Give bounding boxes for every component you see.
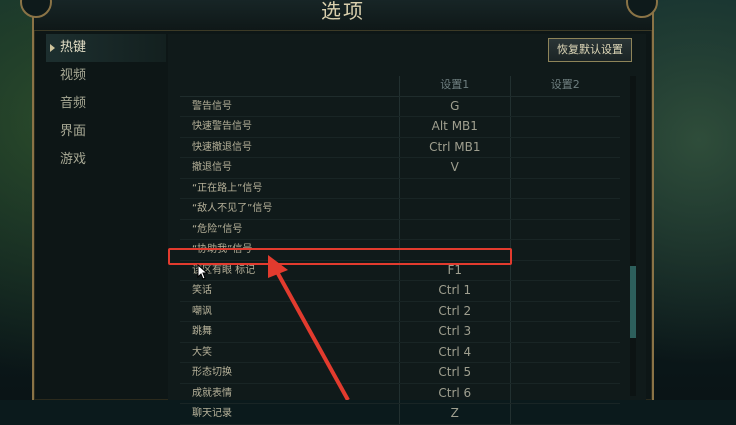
- action-label: 聊天记录: [192, 408, 232, 419]
- annotation-arrow-icon: [268, 255, 350, 400]
- binding-cell-2[interactable]: [509, 404, 620, 424]
- table-row: 聊天记录 Z: [180, 404, 620, 425]
- mouse-cursor-icon: [197, 264, 209, 280]
- binding-cell-1[interactable]: Z: [399, 404, 509, 424]
